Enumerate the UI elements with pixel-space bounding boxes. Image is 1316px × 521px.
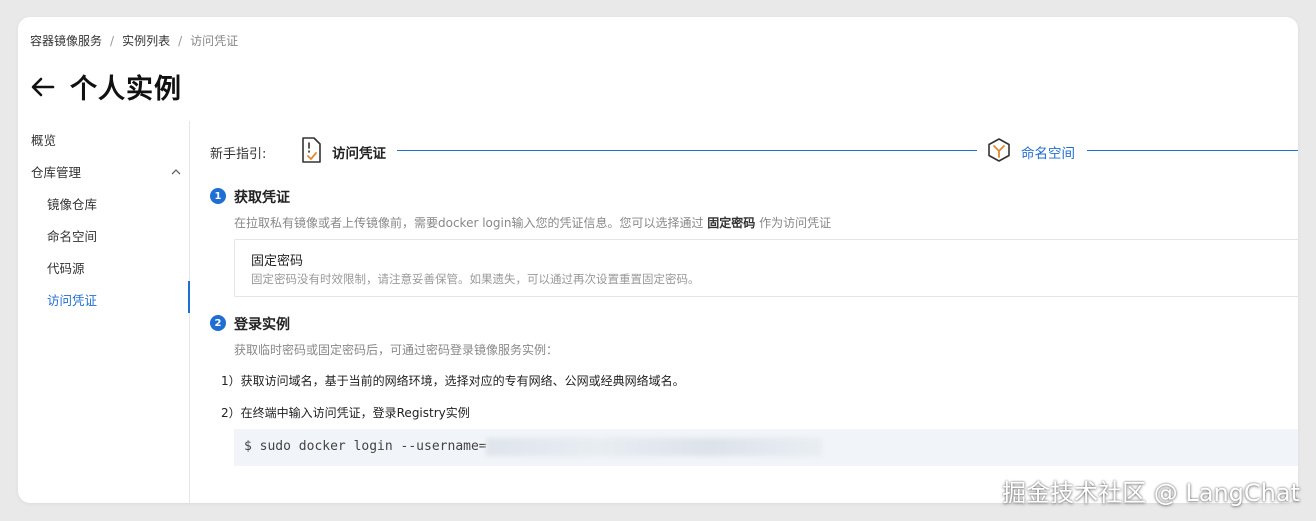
step1-description: 在拉取私有镜像或者上传镜像前，需要docker login输入您的凭证信息。您可… xyxy=(234,214,831,231)
login-command-block[interactable]: $ sudo docker login --username= xyxy=(234,429,1298,466)
step2-instruction-1: 1）获取访问域名，基于当前的网络环境，选择对应的专有网络、公网或经典网络域名。 xyxy=(221,374,685,388)
fixed-password-card[interactable]: 固定密码 固定密码没有时效限制，请注意妥善保管。如果遗失，可以通过再次设置重置固… xyxy=(234,239,1298,297)
sidebar-item-access-credential[interactable]: 访问凭证 xyxy=(47,290,97,309)
sidebar: 概览 仓库管理 镜像仓库 命名空间 代码源 访问凭证 xyxy=(18,121,190,503)
guide-step-access-credential[interactable]: 访问凭证 xyxy=(332,142,386,162)
step1-desc-prefix: 在拉取私有镜像或者上传镜像前，需要docker login输入您的凭证信息。您可… xyxy=(234,216,708,230)
breadcrumb: 容器镜像服务 / 实例列表 / 访问凭证 xyxy=(30,32,238,49)
step-number-badge: 2 xyxy=(210,315,226,331)
guide-connector-line xyxy=(397,150,977,151)
breadcrumb-item-instance-list[interactable]: 实例列表 xyxy=(122,32,170,49)
fixed-password-title: 固定密码 xyxy=(251,254,304,269)
namespace-hexagon-icon xyxy=(988,138,1010,162)
sidebar-group-repo-management[interactable]: 仓库管理 xyxy=(31,162,181,181)
redacted-username xyxy=(486,438,822,456)
sidebar-item-overview[interactable]: 概览 xyxy=(31,130,56,149)
step2-title: 登录实例 xyxy=(234,317,290,333)
guide-connector-line xyxy=(1087,150,1298,151)
login-command-text: $ sudo docker login --username= xyxy=(244,439,487,454)
watermark: 掘金技术社区 @ LangChat xyxy=(1002,479,1300,507)
guide-step-namespace[interactable]: 命名空间 xyxy=(1021,142,1075,162)
breadcrumb-item-registry-service[interactable]: 容器镜像服务 xyxy=(30,32,102,49)
title-row: 个人实例 xyxy=(30,67,182,106)
step2-description: 获取临时密码或固定密码后，可通过密码登录镜像服务实例： xyxy=(234,343,559,357)
sidebar-item-namespace[interactable]: 命名空间 xyxy=(47,226,97,245)
page-title: 个人实例 xyxy=(70,74,182,105)
breadcrumb-separator: / xyxy=(178,33,183,48)
arrow-left-icon[interactable] xyxy=(30,74,56,100)
breadcrumb-current: 访问凭证 xyxy=(190,34,239,48)
fixed-password-description: 固定密码没有时效限制，请注意妥善保管。如果遗失，可以通过再次设置重置固定密码。 xyxy=(251,272,700,286)
sidebar-item-image-repo[interactable]: 镜像仓库 xyxy=(47,194,97,213)
onboarding-guide: 新手指引: 访问凭证 命名空间 xyxy=(210,134,1298,168)
step1-desc-suffix: 作为访问凭证 xyxy=(755,216,832,230)
sidebar-group-label: 仓库管理 xyxy=(31,165,82,180)
step1-title: 获取凭证 xyxy=(234,190,290,206)
main-card: 容器镜像服务 / 实例列表 / 访问凭证 个人实例 概览 仓库管理 镜像仓库 命… xyxy=(18,17,1298,503)
sidebar-active-indicator xyxy=(188,281,190,313)
guide-label: 新手指引: xyxy=(210,147,267,162)
step1-desc-highlight: 固定密码 xyxy=(707,216,756,230)
sidebar-item-code-source[interactable]: 代码源 xyxy=(47,258,85,277)
chevron-up-icon xyxy=(171,168,181,174)
document-check-icon xyxy=(302,137,321,163)
step-number-badge: 1 xyxy=(210,188,226,204)
breadcrumb-separator: / xyxy=(110,33,115,48)
step2-instruction-2: 2）在终端中输入访问凭证，登录Registry实例 xyxy=(221,406,470,420)
